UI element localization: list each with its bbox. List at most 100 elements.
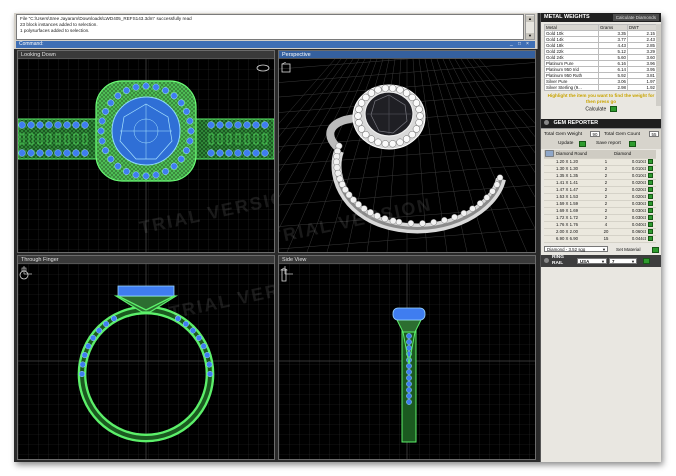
halo-stone <box>170 162 178 170</box>
gem-row-checkbox[interactable] <box>647 158 656 166</box>
gem-row[interactable]: 1.35 X 1.35 2 0.010ct <box>544 172 656 180</box>
calculate-diamonds-tab[interactable]: Calculate Diamonds <box>612 14 659 21</box>
gem-row-checkbox[interactable] <box>647 221 656 229</box>
row-spacer <box>544 235 555 243</box>
band-stone <box>406 369 412 375</box>
halo-stone <box>152 171 160 179</box>
checkbox-icon <box>648 207 653 213</box>
gem-count-cell: 2 <box>599 179 613 187</box>
ring-rail-title: RING RAIL <box>552 254 564 266</box>
band-stone <box>406 363 412 369</box>
command-history-scrollbar[interactable]: ▲ ▼ <box>525 14 535 40</box>
scroll-up-icon[interactable]: ▲ <box>526 16 534 22</box>
set-material-button[interactable] <box>652 246 659 253</box>
row-spacer <box>544 165 555 173</box>
viewport-title[interactable]: Side View <box>279 256 535 264</box>
gem-row[interactable]: 1.59 X 1.59 2 0.030ct <box>544 200 656 208</box>
halo-stone <box>123 87 130 94</box>
band-stone <box>419 220 426 227</box>
halo-stone <box>355 105 363 113</box>
band-stone <box>407 220 415 227</box>
restore-icon[interactable]: □ <box>518 41 521 48</box>
halo-stone <box>98 137 106 145</box>
update-label: Update <box>558 140 574 146</box>
viewport-title[interactable]: Perspective <box>279 51 535 59</box>
gem-row[interactable]: 1.69 X 1.69 2 0.030ct <box>544 207 656 215</box>
halo-stone <box>187 127 195 135</box>
total-gem-count-label: Total Gem Count <box>604 131 640 137</box>
gem-row[interactable]: 1.20 X 1.20 1 0.010ct <box>544 158 656 166</box>
ring-rail-go-button[interactable] <box>643 257 650 264</box>
scroll-down-icon[interactable]: ▼ <box>526 33 534 39</box>
gem-row-checkbox[interactable] <box>647 214 656 222</box>
table-row[interactable]: Silver Sterling (9... 2.98 1.92 <box>544 84 657 91</box>
calculate-go-button[interactable]: go <box>609 106 617 113</box>
band-stone <box>78 370 86 378</box>
gem-row-checkbox[interactable] <box>647 200 656 208</box>
row-spacer <box>544 193 555 201</box>
gem-row-checkbox[interactable] <box>647 179 656 187</box>
close-icon[interactable]: × <box>526 41 529 48</box>
viewport-title[interactable]: Through Finger <box>18 256 274 264</box>
row-spacer <box>544 179 555 187</box>
viewport-perspective[interactable]: Perspective TRIAL VERSION <box>278 50 536 253</box>
gem-size-cell: 1.53 X 1.53 <box>555 193 599 201</box>
gem-row[interactable]: 1.53 X 1.53 2 0.020ct <box>544 193 656 201</box>
band-stone <box>45 149 53 157</box>
gem-row[interactable]: 1.47 X 1.47 2 0.020ct <box>544 186 656 194</box>
command-prompt[interactable]: Command: _ □ × <box>16 41 535 48</box>
gem-row-checkbox[interactable] <box>647 207 656 215</box>
save-report-button[interactable] <box>629 140 636 147</box>
band-stone <box>496 174 504 181</box>
row-spacer <box>544 207 555 215</box>
gem-row[interactable]: 1.76 X 1.76 4 0.040ct <box>544 221 656 229</box>
halo-stone <box>98 117 106 125</box>
gem-material-select[interactable]: Diamond - 3.52 sgg ▼ <box>544 245 608 252</box>
chevron-down-icon: ▼ <box>602 246 606 252</box>
save-report-label: Save report <box>596 140 621 146</box>
band-stone <box>63 149 71 157</box>
total-gem-count-field[interactable]: 55 <box>649 131 659 138</box>
gem-row[interactable]: 1.30 X 1.30 2 0.010ct <box>544 165 656 173</box>
gem-row[interactable]: 6.90 X 6.90 15 0.044ct <box>544 235 656 243</box>
halo-stone <box>102 108 109 115</box>
gem-row-checkbox[interactable] <box>647 228 656 236</box>
gem-size-cell: 1.72 X 1.72 <box>555 214 599 222</box>
halo-stone <box>186 117 194 125</box>
gem-row-checkbox[interactable] <box>647 186 656 194</box>
checkbox-icon <box>648 165 653 171</box>
viewport-looking-down[interactable]: Looking Down TRIAL VERSION <box>17 50 275 253</box>
ring-standard-select[interactable]: USA ▼ <box>577 257 607 264</box>
halo-stone <box>416 112 424 120</box>
gem-row[interactable]: 1.72 X 1.72 2 0.030ct <box>544 214 656 222</box>
metal-weights-header: METAL WEIGHTS Calculate Diamonds <box>541 13 661 22</box>
grid-line <box>478 59 535 124</box>
band-stone <box>18 121 26 129</box>
gem-row[interactable]: 2.00 X 2.00 20 0.060ct <box>544 228 656 236</box>
view-cube-icon[interactable] <box>279 62 293 74</box>
viewport-side-view[interactable]: Side View <box>278 255 536 460</box>
calculate-label: Calculate <box>585 106 607 113</box>
ring-size-select[interactable]: 7 ▼ <box>609 257 637 264</box>
checkbox-icon <box>648 200 653 206</box>
metal-weights-body: Gold 10k 3.35 2.15 Gold 14k 3.77 2.43 Gold 18k… <box>544 30 657 91</box>
row-spacer <box>544 214 555 222</box>
halo-stone <box>123 168 130 175</box>
view-cube-icon[interactable] <box>256 63 270 73</box>
gem-row-checkbox[interactable] <box>647 172 656 180</box>
gem-row-checkbox[interactable] <box>647 235 656 243</box>
halo-stone <box>132 171 140 179</box>
gem-row-checkbox[interactable] <box>647 165 656 173</box>
minimize-icon[interactable]: _ <box>510 41 513 48</box>
gem-size-cell: 1.69 X 1.69 <box>555 207 599 215</box>
gem-row[interactable]: 1.41 X 1.41 2 0.020ct <box>544 179 656 187</box>
viewport-title[interactable]: Looking Down <box>18 51 274 59</box>
halo-stone <box>396 138 404 146</box>
update-button[interactable] <box>579 140 586 147</box>
band-stone <box>72 121 80 129</box>
metal-weights-scrollbar[interactable] <box>656 24 661 106</box>
viewport-through-finger[interactable]: Through Finger TRIAL VERSION <box>17 255 275 460</box>
band-stone <box>469 205 476 212</box>
gem-row-checkbox[interactable] <box>647 193 656 201</box>
total-gem-weight-field[interactable]: 90 <box>590 131 600 138</box>
